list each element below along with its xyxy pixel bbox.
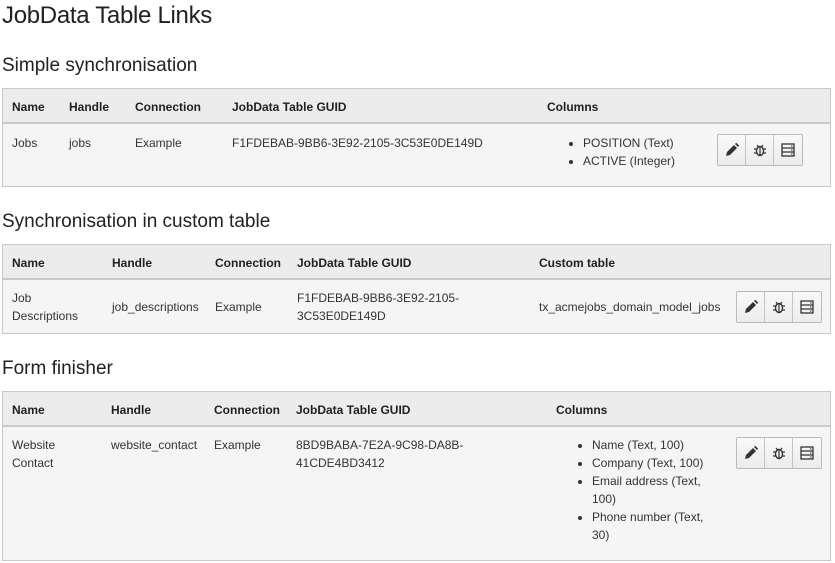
cell-name: Job Descriptions xyxy=(12,289,78,325)
list-item: Company (Text, 100) xyxy=(592,454,716,472)
page-title: JobData Table Links xyxy=(2,2,212,29)
header-guid: JobData Table GUID xyxy=(232,100,347,114)
header-guid: JobData Table GUID xyxy=(297,256,412,270)
list-item: Email address (Text,100) xyxy=(592,472,716,508)
row-actions xyxy=(736,437,822,469)
header-name: Name xyxy=(12,256,45,270)
table-custom-sync: Name Handle Connection JobData Table GUI… xyxy=(2,244,831,334)
cell-guid-line: 8BD9BABA-7E2A-9C98-DA8B- xyxy=(296,438,464,452)
header-guid: JobData Table GUID xyxy=(296,403,411,417)
section-title-simple-sync: Simple synchronisation xyxy=(2,55,198,76)
cell-handle: job_descriptions xyxy=(112,300,199,314)
table-form-finisher: Name Handle Connection JobData Table GUI… xyxy=(2,391,831,561)
list-item: Name (Text, 100) xyxy=(592,436,716,454)
header-name: Name xyxy=(12,100,45,114)
cell-guid: 8BD9BABA-7E2A-9C98-DA8B- 41CDE4BD3412 xyxy=(296,436,463,472)
cell-guid-line: 41CDE4BD3412 xyxy=(296,456,385,470)
header-columns: Columns xyxy=(556,403,608,417)
cell-guid-line: F1FDEBAB-9BB6-3E92-2105- xyxy=(297,291,460,305)
bug-icon xyxy=(772,301,785,314)
header-connection: Connection xyxy=(135,100,201,114)
table-simple-sync: Name Handle Connection JobData Table GUI… xyxy=(2,88,831,187)
pencil-icon xyxy=(744,445,758,459)
header-handle: Handle xyxy=(69,100,110,114)
debug-button[interactable] xyxy=(746,135,774,165)
debug-button[interactable] xyxy=(765,438,793,468)
table-header: Name Handle Connection JobData Table GUI… xyxy=(3,245,830,280)
list-item: Phone number (Text,30) xyxy=(592,508,716,544)
debug-button[interactable] xyxy=(765,292,793,322)
cell-connection: Example xyxy=(215,300,262,314)
records-button[interactable] xyxy=(774,135,802,165)
bug-icon xyxy=(753,144,766,157)
pencil-icon xyxy=(744,299,758,313)
header-connection: Connection xyxy=(214,403,280,417)
table-records-icon xyxy=(800,446,814,460)
bug-icon xyxy=(772,447,785,460)
header-connection: Connection xyxy=(215,256,281,270)
cell-columns: POSITION (Text) ACTIVE (Integer) xyxy=(567,134,675,170)
cell-connection: Example xyxy=(214,438,261,452)
pencil-icon xyxy=(725,142,739,156)
cell-name-line: Contact xyxy=(12,456,54,470)
edit-button[interactable] xyxy=(718,135,746,165)
cell-columns: Name (Text, 100) Company (Text, 100) Ema… xyxy=(576,436,716,544)
cell-name-line: Descriptions xyxy=(12,309,79,323)
header-handle: Handle xyxy=(111,403,152,417)
table-header: Name Handle Connection JobData Table GUI… xyxy=(3,89,830,124)
records-button[interactable] xyxy=(793,292,821,322)
cell-guid: F1FDEBAB-9BB6-3E92-2105- 3C53E0DE149D xyxy=(297,289,459,325)
cell-guid: F1FDEBAB-9BB6-3E92-2105-3C53E0DE149D xyxy=(232,136,483,150)
cell-handle: website_contact xyxy=(111,438,198,452)
table-records-icon xyxy=(800,300,814,314)
section-title-custom-table: Synchronisation in custom table xyxy=(2,211,271,232)
records-button[interactable] xyxy=(793,438,821,468)
section-title-form-finisher: Form finisher xyxy=(2,358,113,379)
cell-name: Website Contact xyxy=(12,436,55,472)
header-handle: Handle xyxy=(112,256,153,270)
row-actions xyxy=(736,291,822,323)
edit-button[interactable] xyxy=(737,292,765,322)
header-custom-table: Custom table xyxy=(539,256,616,270)
list-item: POSITION (Text) xyxy=(583,134,675,152)
header-columns: Columns xyxy=(547,100,599,114)
header-name: Name xyxy=(12,403,45,417)
row-actions xyxy=(717,134,803,166)
table-header: Name Handle Connection JobData Table GUI… xyxy=(3,392,830,427)
cell-name: Jobs xyxy=(12,136,38,150)
cell-connection: Example xyxy=(135,136,182,150)
edit-button[interactable] xyxy=(737,438,765,468)
list-item: ACTIVE (Integer) xyxy=(583,152,675,170)
cell-guid-line: 3C53E0DE149D xyxy=(297,309,386,323)
cell-name-line: Job xyxy=(12,291,32,305)
cell-custom-table: tx_acmejobs_domain_model_jobs xyxy=(539,300,721,314)
table-records-icon xyxy=(781,143,795,157)
cell-name-line: Website xyxy=(12,438,56,452)
cell-handle: jobs xyxy=(69,136,92,150)
